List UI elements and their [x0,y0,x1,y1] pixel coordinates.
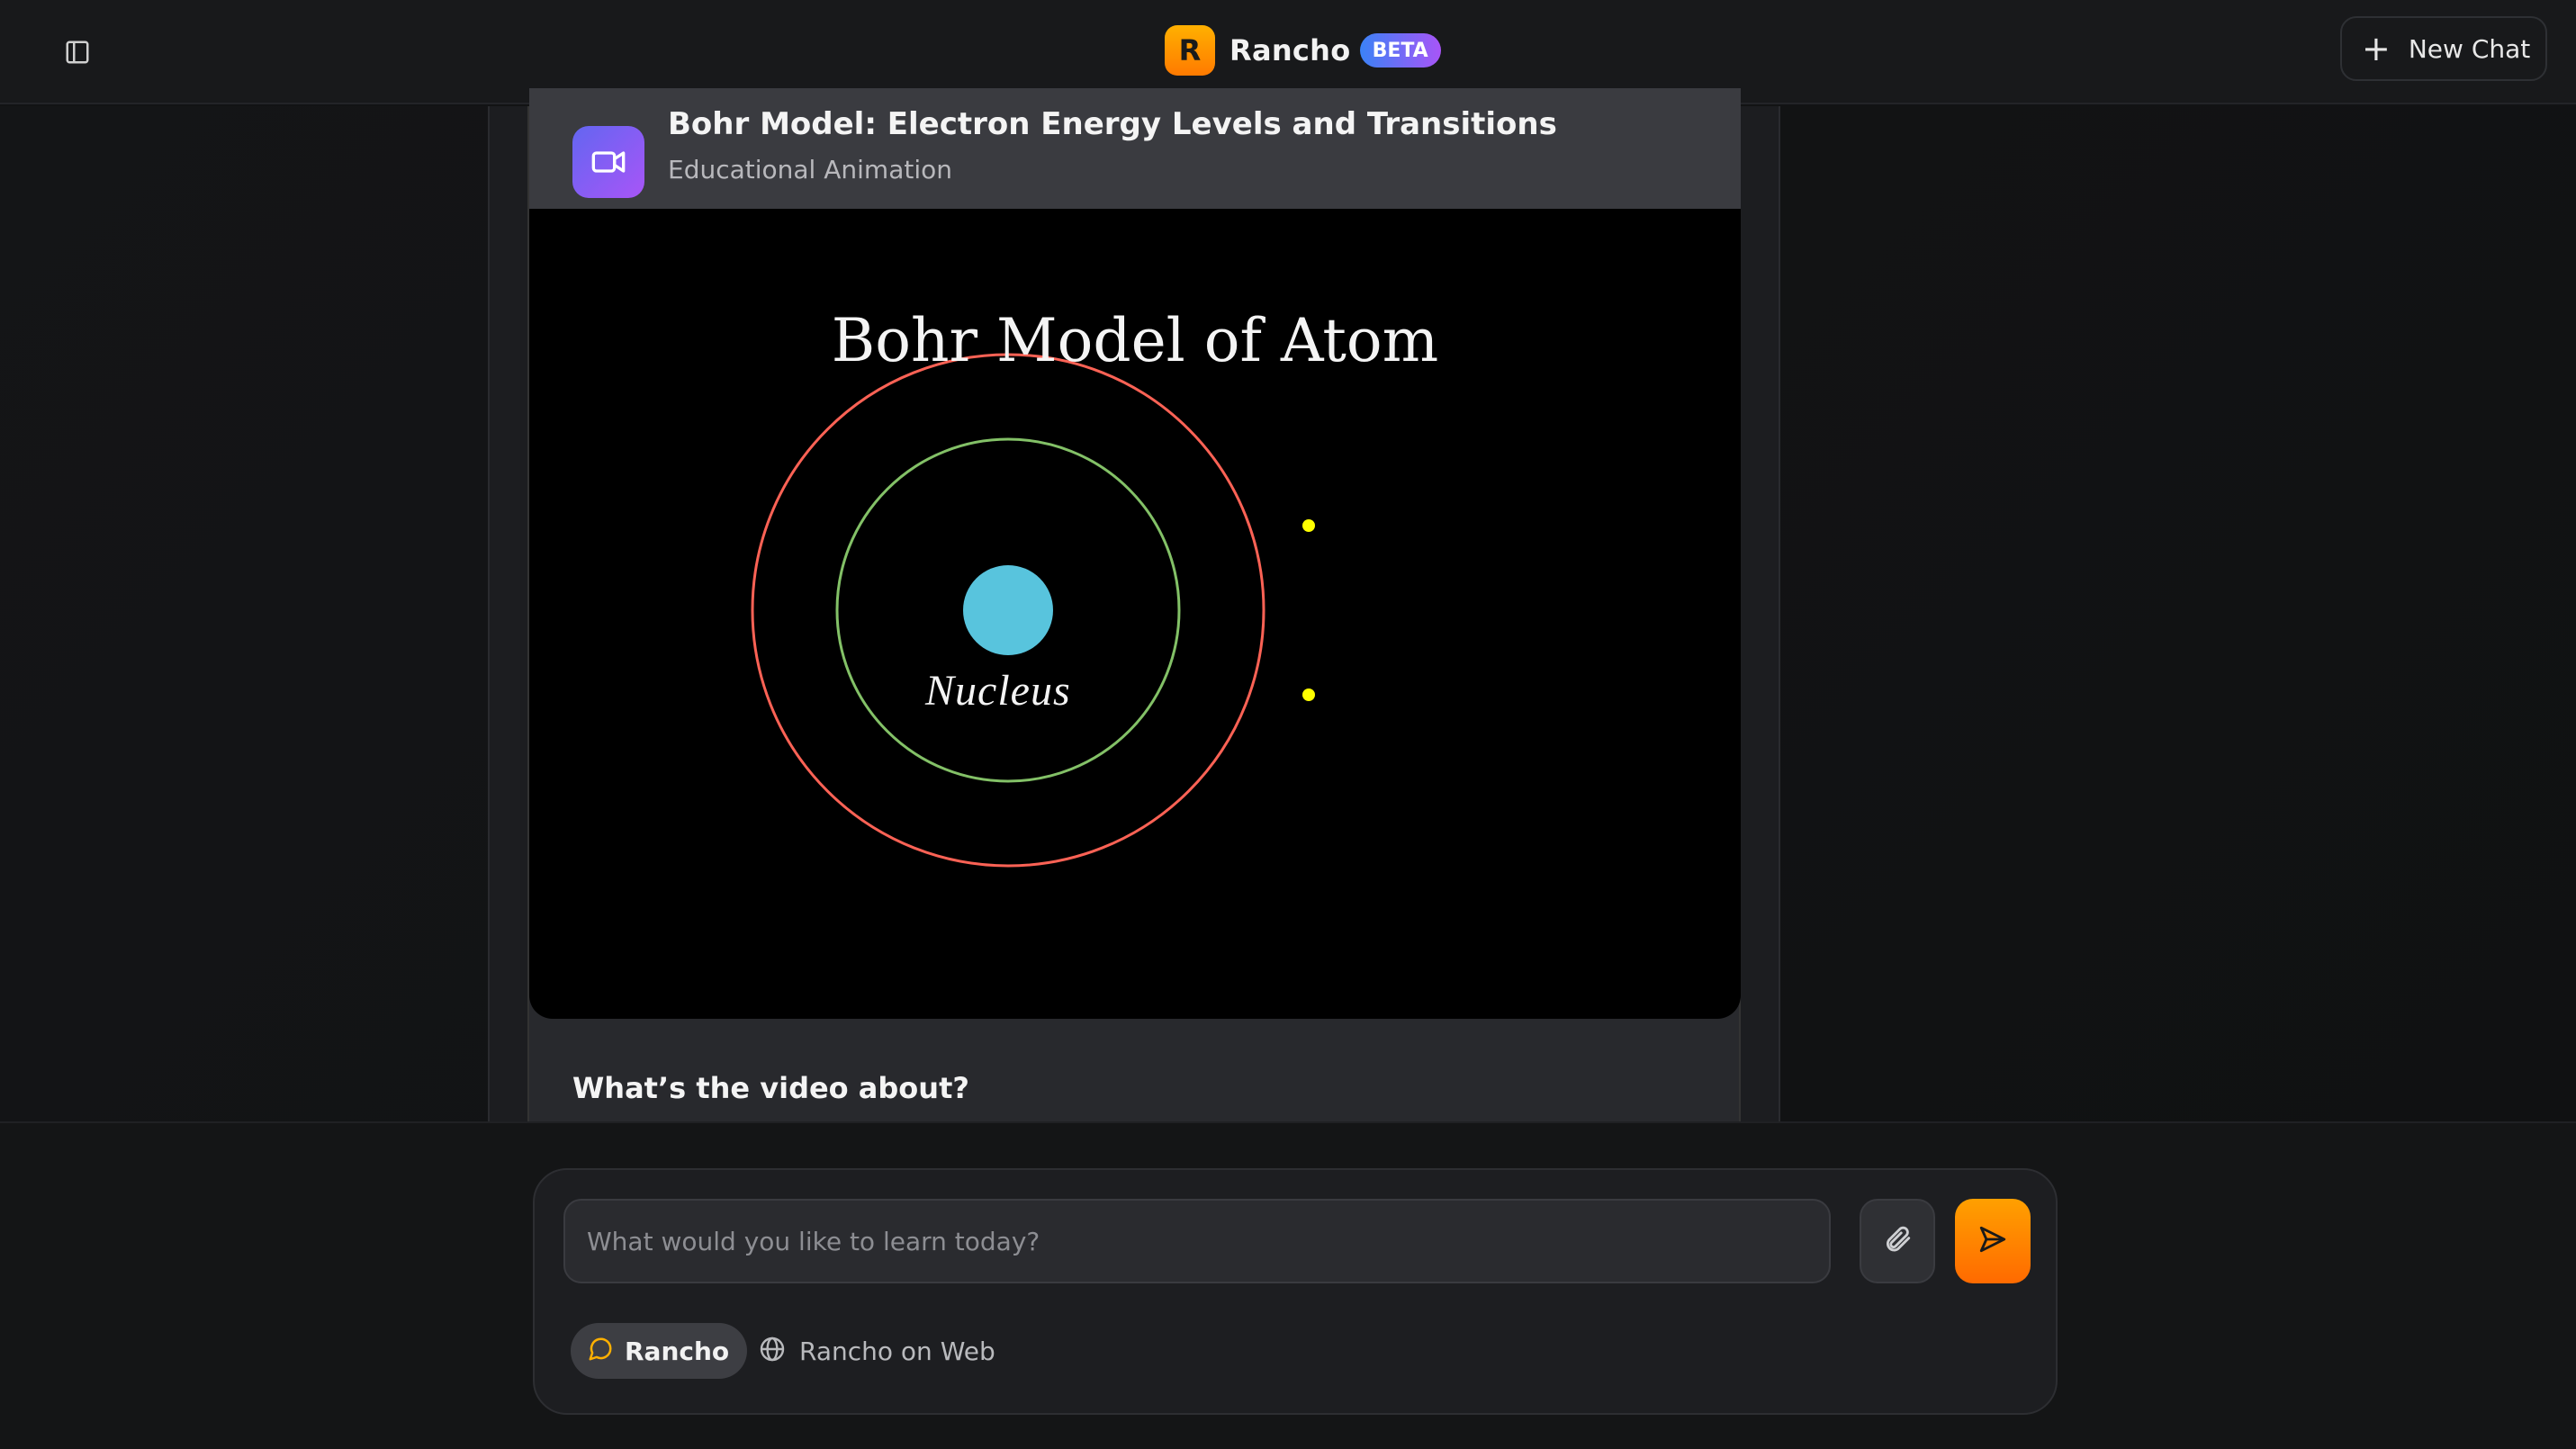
mode-rancho-label: Rancho [625,1336,730,1366]
globe-icon [758,1335,787,1367]
mode-rancho-button[interactable]: Rancho [571,1323,748,1379]
paperclip-icon [1882,1224,1913,1258]
plus-icon: + [2362,29,2391,68]
main-content: Bohr Model: Electron Energy Levels and T… [0,88,2576,1121]
chat-panel: Bohr Model: Electron Energy Levels and T… [488,88,1780,1121]
attach-button[interactable] [1860,1199,1935,1283]
send-button[interactable] [1955,1199,2031,1283]
electron [1302,688,1315,701]
nucleus [963,565,1053,655]
composer-area: Rancho Rancho on Web [0,1121,2576,1449]
sidebar-toggle-icon[interactable] [59,34,95,70]
video-card-header: Bohr Model: Electron Energy Levels and T… [529,88,1741,209]
app-name: Rancho [1229,33,1351,68]
mode-web-button[interactable]: Rancho on Web [758,1323,995,1379]
nucleus-label: Nucleus [925,667,1071,715]
mode-web-label: Rancho on Web [799,1336,995,1366]
composer: Rancho Rancho on Web [533,1168,2058,1415]
app-logo: R [1165,25,1215,76]
chat-bubble-icon [587,1336,614,1366]
video-title: Bohr Model: Electron Energy Levels and T… [668,106,1557,142]
section-heading: What’s the video about? [572,1071,969,1105]
video-subtitle: Educational Animation [668,155,952,184]
video-card: Bohr Model: Electron Energy Levels and T… [527,88,1741,1121]
new-chat-button[interactable]: + New Chat [2340,16,2547,81]
animation-title: Bohr Model of Atom [831,306,1439,375]
electron [1302,519,1315,532]
new-chat-label: New Chat [2408,33,2531,64]
video-camera-icon [572,126,644,198]
beta-badge: BETA [1359,33,1441,68]
video-player[interactable]: Bohr Model of Atom Nucleus [529,209,1741,1019]
prompt-input[interactable] [563,1199,1831,1283]
send-icon [1977,1224,2008,1258]
brand: R Rancho BETA [1165,23,1441,77]
